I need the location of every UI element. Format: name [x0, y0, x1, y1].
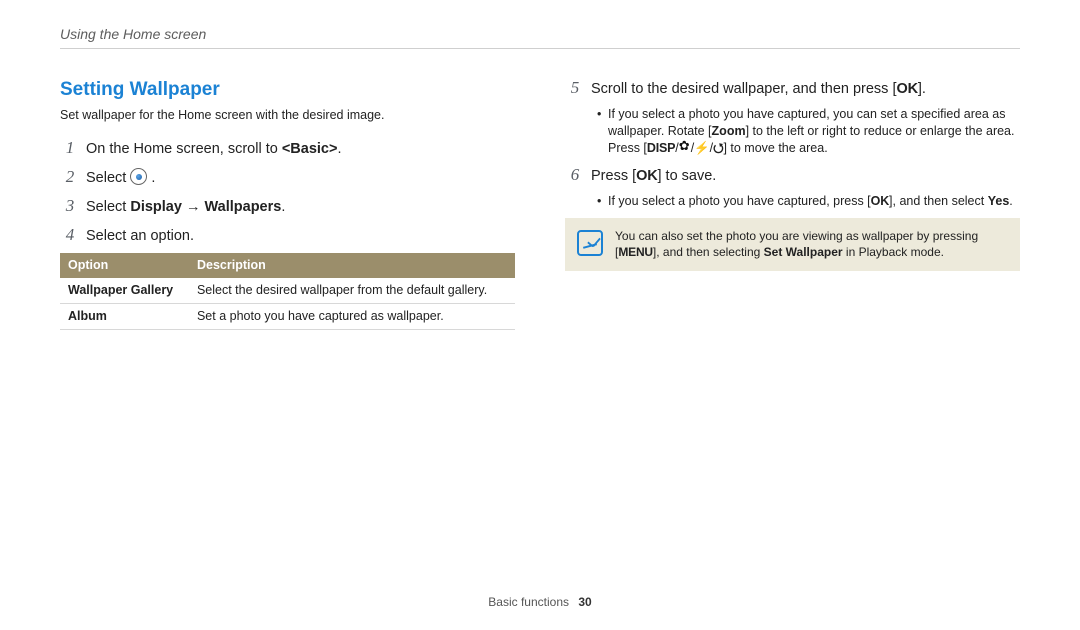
- table-header-row: Option Description: [60, 253, 515, 278]
- ok-button-icon: OK: [636, 168, 657, 184]
- table-header-description: Description: [189, 253, 515, 278]
- note-icon: [577, 230, 603, 256]
- step-4: 4 Select an option.: [60, 224, 515, 247]
- step-3: 3 Select Display → Wallpapers.: [60, 195, 515, 218]
- info-note: You can also set the photo you are viewi…: [565, 218, 1020, 270]
- step-5: 5 Scroll to the desired wallpaper, and t…: [565, 77, 1020, 100]
- left-column: Setting Wallpaper Set wallpaper for the …: [60, 77, 515, 330]
- timer-icon: ⭯: [713, 141, 723, 155]
- ok-button-icon: OK: [896, 81, 917, 97]
- section-title: Setting Wallpaper: [60, 77, 515, 103]
- table-row: Wallpaper Gallery Select the desired wal…: [60, 278, 515, 303]
- macro-icon: [679, 142, 691, 154]
- right-column: 5 Scroll to the desired wallpaper, and t…: [565, 77, 1020, 330]
- footer-section: Basic functions: [488, 595, 569, 609]
- step-5-sub: If you select a photo you have captured,…: [597, 106, 1020, 157]
- table-row: Album Set a photo you have captured as w…: [60, 303, 515, 329]
- table-header-option: Option: [60, 253, 189, 278]
- breadcrumb: Using the Home screen: [60, 25, 1020, 49]
- step-1: 1 On the Home screen, scroll to <Basic>.: [60, 137, 515, 160]
- page-number: 30: [578, 595, 591, 609]
- wallpaper-app-icon: [130, 168, 147, 185]
- flash-icon: ⚡: [694, 141, 709, 155]
- step-6: 6 Press [OK] to save.: [565, 164, 1020, 187]
- list-item: If you select a photo you have captured,…: [597, 193, 1020, 210]
- page-footer: Basic functions 30: [0, 594, 1080, 610]
- step-list-right-6: 6 Press [OK] to save.: [565, 164, 1020, 187]
- note-text: You can also set the photo you are viewi…: [615, 228, 1008, 260]
- step-6-sub: If you select a photo you have captured,…: [597, 193, 1020, 210]
- step-list-left: 1 On the Home screen, scroll to <Basic>.…: [60, 137, 515, 247]
- ok-button-icon: OK: [871, 194, 889, 208]
- disp-button-icon: DISP: [647, 141, 675, 155]
- step-list-right: 5 Scroll to the desired wallpaper, and t…: [565, 77, 1020, 100]
- list-item: If you select a photo you have captured,…: [597, 106, 1020, 157]
- menu-button-icon: MENU: [618, 245, 653, 259]
- options-table: Option Description Wallpaper Gallery Sel…: [60, 253, 515, 330]
- step-2: 2 Select .: [60, 166, 515, 189]
- section-intro: Set wallpaper for the Home screen with t…: [60, 107, 515, 124]
